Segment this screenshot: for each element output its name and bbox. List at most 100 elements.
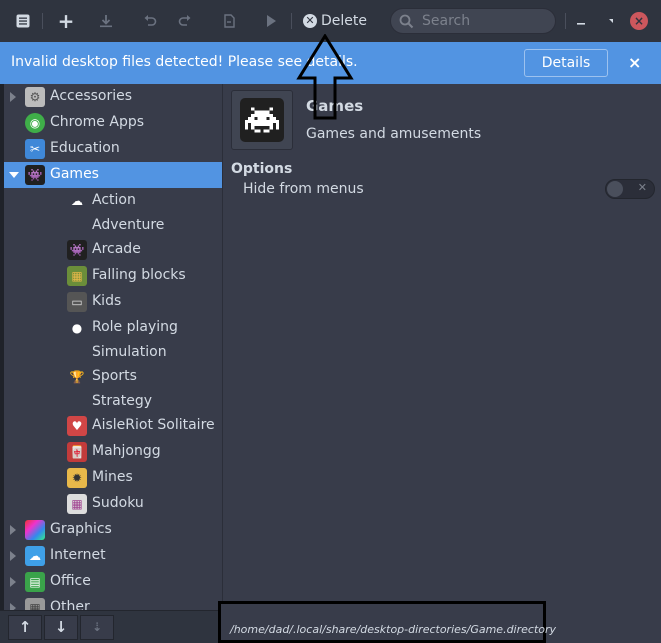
sidebar-item-kids[interactable]: ▭ Kids: [4, 289, 222, 315]
sidebar-item-falling-blocks[interactable]: ▦ Falling blocks: [4, 263, 222, 289]
minimize-icon[interactable]: [574, 9, 588, 33]
expander-closed-icon[interactable]: [10, 551, 16, 561]
search-icon: [399, 14, 414, 28]
sports-icon: 🏆: [69, 370, 85, 384]
sidebar-item-adventure[interactable]: Adventure: [4, 213, 222, 239]
sidebar-item-action[interactable]: ☁ Action: [4, 188, 222, 214]
sidebar-item-label: Simulation: [92, 344, 167, 360]
games-invader-icon: [245, 107, 279, 133]
sidebar-item-label: Sudoku: [92, 495, 144, 511]
revert-icon[interactable]: [219, 9, 239, 33]
sidebar-item-label: Role playing: [92, 319, 178, 335]
directory-comment[interactable]: Games and amusements: [306, 126, 481, 142]
sidebar-item-arcade[interactable]: 👾 Arcade: [4, 237, 222, 263]
delete-label: Delete: [321, 13, 367, 29]
arcade-icon: 👾: [67, 240, 87, 260]
sidebar-toolbar: ↑ ↓ ⇣: [0, 610, 222, 643]
expander-closed-icon[interactable]: [10, 603, 16, 610]
sidebar-item-education[interactable]: ✂ Education: [4, 136, 222, 162]
sidebar-item-accessories[interactable]: ⚙ Accessories: [4, 84, 222, 110]
annotation-arrow-icon: [296, 34, 354, 120]
delete-button[interactable]: ✕ Delete: [303, 9, 367, 33]
sidebar-item-label: Games: [50, 166, 99, 182]
sidebar-item-label: Office: [50, 573, 91, 589]
role-playing-icon: ●: [71, 321, 83, 335]
sidebar-item-label: Kids: [92, 293, 122, 309]
education-icon: ✂: [25, 139, 45, 159]
sidebar-item-aisleriot-solitaire[interactable]: ♥ AisleRiot Solitaire: [4, 413, 222, 439]
move-up-icon[interactable]: ↑: [8, 615, 42, 640]
details-button[interactable]: Details: [524, 49, 608, 77]
games-icon: 👾: [25, 165, 45, 185]
sidebar-item-graphics[interactable]: Graphics: [4, 517, 222, 543]
toggle-off-icon: ✕: [637, 181, 647, 194]
toggle-knob: [607, 181, 623, 197]
sidebar-item-games[interactable]: 👾 Games: [4, 162, 222, 188]
sidebar-item-label: AisleRiot Solitaire: [92, 417, 215, 433]
details-panel: Games Games and amusements Options Hide …: [222, 84, 661, 643]
search-input[interactable]: Search: [390, 8, 556, 34]
sidebar-item-sudoku[interactable]: ▦ Sudoku: [4, 491, 222, 517]
sidebar-item-chrome-apps[interactable]: ◉ Chrome Apps: [4, 110, 222, 136]
sidebar-item-role-playing[interactable]: ● Role playing: [4, 315, 222, 341]
sidebar-item-label: Mahjongg: [92, 443, 161, 459]
aisleriot-icon: ♥: [67, 416, 87, 436]
sidebar-item-label: Sports: [92, 368, 137, 384]
file-path: /home/dad/.local/share/desktop-directori…: [230, 623, 557, 636]
sidebar-item-internet[interactable]: ☁ Internet: [4, 543, 222, 569]
mines-icon: ✹: [67, 468, 87, 488]
sidebar-item-label: Adventure: [92, 217, 165, 233]
sidebar-item-label: Accessories: [50, 88, 133, 104]
sidebar-item-label: Arcade: [92, 241, 141, 257]
hide-from-menus-toggle[interactable]: ✕: [605, 179, 655, 199]
graphics-icon: [25, 520, 45, 540]
sidebar-item-label: Other: [50, 599, 90, 610]
expander-closed-icon[interactable]: [10, 92, 16, 102]
run-icon[interactable]: [261, 9, 281, 33]
add-icon[interactable]: +: [56, 9, 76, 33]
accessories-icon: ⚙: [25, 87, 45, 107]
sidebar-item-other[interactable]: ▦ Other: [4, 595, 222, 610]
category-sidebar: ⚙ Accessories ◉ Chrome Apps ✂ Education 👾 Games…: [0, 84, 222, 610]
redo-icon[interactable]: [175, 9, 195, 33]
infobar-close-icon[interactable]: ×: [628, 53, 641, 72]
sidebar-item-simulation[interactable]: Simulation: [4, 340, 222, 366]
sidebar-item-label: Graphics: [50, 521, 112, 537]
expander-closed-icon[interactable]: [10, 577, 16, 587]
hide-from-menus-label: Hide from menus: [243, 181, 364, 197]
action-icon: ☁: [71, 194, 83, 208]
sidebar-item-label: Mines: [92, 469, 133, 485]
other-icon: ▦: [25, 598, 45, 610]
sidebar-item-label: Education: [50, 140, 120, 156]
expander-open-icon[interactable]: [9, 172, 19, 178]
sidebar-item-mines[interactable]: ✹ Mines: [4, 465, 222, 491]
download-icon[interactable]: [95, 9, 117, 33]
sidebar-item-mahjongg[interactable]: 🀄 Mahjongg: [4, 439, 222, 465]
sidebar-item-office[interactable]: ▤ Office: [4, 569, 222, 595]
internet-icon: ☁: [25, 546, 45, 566]
sudoku-icon: ▦: [67, 494, 87, 514]
office-icon: ▤: [25, 572, 45, 592]
mahjongg-icon: 🀄: [67, 442, 87, 462]
falling-blocks-icon: ▦: [67, 266, 87, 286]
options-heading: Options: [231, 161, 293, 177]
expander-closed-icon[interactable]: [10, 525, 16, 535]
kids-icon: ▭: [67, 292, 87, 312]
move-down-icon[interactable]: ↓: [44, 615, 78, 640]
directory-icon-button[interactable]: [231, 90, 293, 150]
move-down-disabled-icon[interactable]: ⇣: [80, 615, 114, 640]
undo-icon[interactable]: [140, 9, 160, 33]
chrome-apps-icon: ◉: [25, 113, 45, 133]
sidebar-item-sports[interactable]: 🏆 Sports: [4, 364, 222, 390]
close-icon[interactable]: ×: [630, 12, 648, 30]
sidebar-item-label: Falling blocks: [92, 267, 186, 283]
maximize-icon[interactable]: [604, 9, 618, 33]
sidebar-item-label: Strategy: [92, 393, 152, 409]
search-placeholder: Search: [422, 13, 471, 29]
sidebar-item-label: Internet: [50, 547, 106, 563]
file-path-bar: /home/dad/.local/share/desktop-directori…: [218, 601, 556, 643]
delete-icon: ✕: [303, 14, 317, 28]
menu-icon[interactable]: [12, 9, 34, 33]
sidebar-item-strategy[interactable]: Strategy: [4, 389, 222, 415]
sidebar-item-label: Chrome Apps: [50, 114, 145, 130]
